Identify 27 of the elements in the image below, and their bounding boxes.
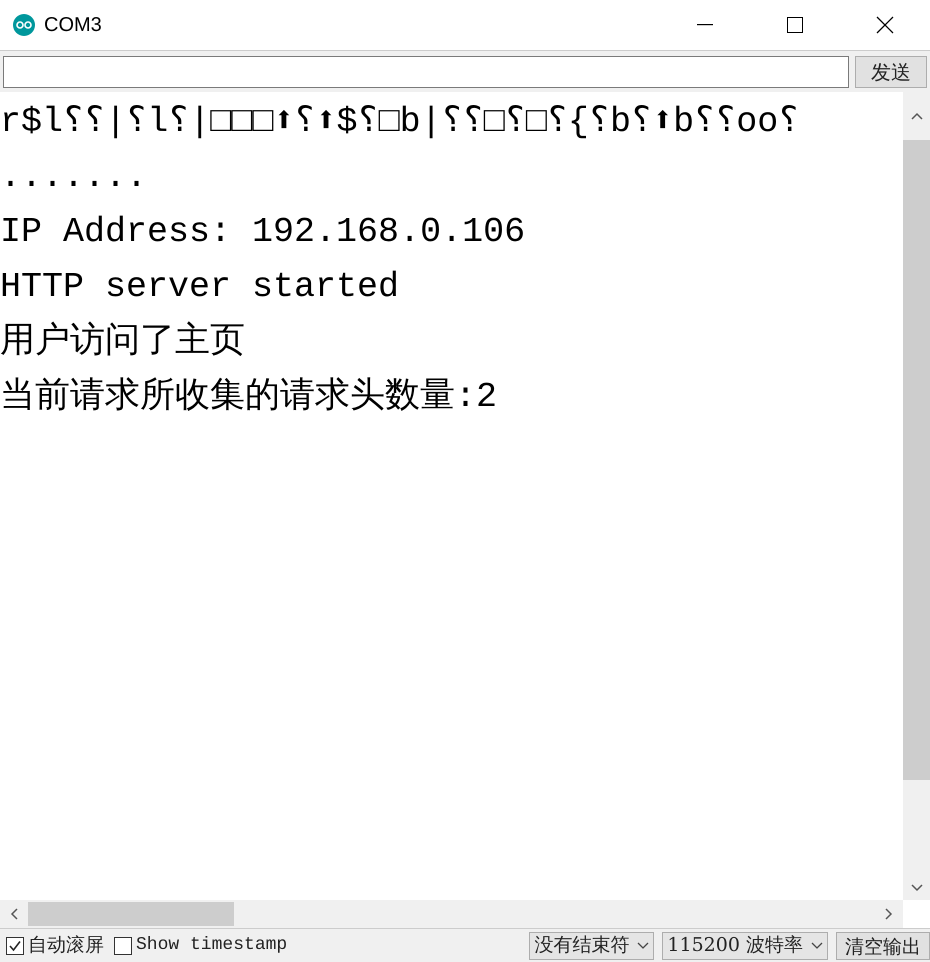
output-line: r$l⸮⸮|⸮l⸮|□□□⬆⸮⬆$⸮□b|⸮⸮□⸮□⸮{⸮b⸮⬆b⸮⸮oo⸮ xyxy=(0,101,800,144)
clear-output-button[interactable]: 清空输出 xyxy=(836,932,930,960)
minimize-icon xyxy=(697,24,713,26)
scroll-thumb[interactable] xyxy=(28,902,234,926)
vertical-scrollbar[interactable] xyxy=(903,92,930,900)
dropdown[interactable]: 没有结束符 xyxy=(529,932,654,960)
dropdown[interactable]: 115200 波特率 xyxy=(662,932,828,960)
output-line: ....... xyxy=(0,156,148,199)
timestamp-label: Show timestamp xyxy=(136,934,288,957)
checkbox[interactable] xyxy=(6,936,24,954)
chevron-icon xyxy=(811,942,823,950)
chevron-icon xyxy=(637,942,650,950)
close-icon xyxy=(876,16,894,34)
scroll-thumb[interactable] xyxy=(903,140,930,780)
check-icon xyxy=(8,938,22,952)
output-line: IP Address: 192.168.0.106 xyxy=(0,211,526,254)
output-line: 当前请求所收集的请求头数量:2 xyxy=(0,376,498,419)
horizontal-scrollbar[interactable] xyxy=(0,900,903,928)
input-field[interactable] xyxy=(3,56,849,88)
output-line: 用户访问了主页 xyxy=(0,320,245,364)
send-button[interactable]: 发送 xyxy=(855,56,927,88)
autoscroll-label: 自动滚屏 xyxy=(28,933,104,958)
checkbox[interactable] xyxy=(114,936,132,954)
output-line: HTTP server started xyxy=(0,266,400,309)
app-logo-icon xyxy=(13,14,35,36)
window-title: COM3 xyxy=(44,13,102,38)
maximize-icon xyxy=(787,17,803,33)
